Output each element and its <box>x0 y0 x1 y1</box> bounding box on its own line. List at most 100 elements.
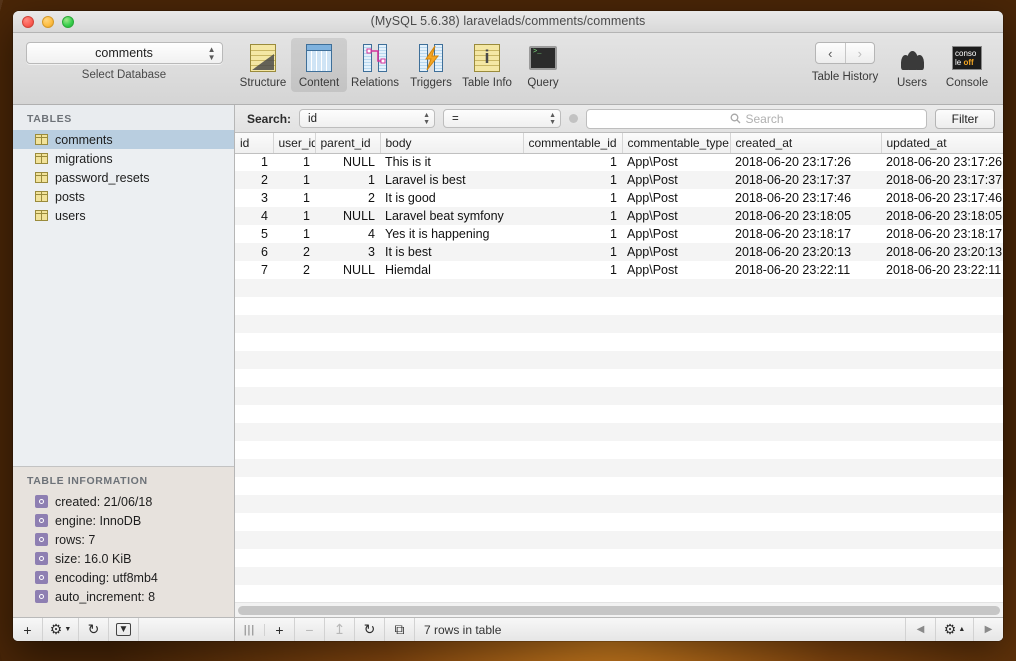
sidebar-item-password-resets[interactable]: password_resets <box>13 168 234 187</box>
cell-created-at[interactable]: 2018-06-20 23:18:17 <box>730 225 881 243</box>
cell-created-at[interactable]: 2018-06-20 23:17:37 <box>730 171 881 189</box>
toolbar-item-console[interactable]: conso le off Console <box>939 38 995 92</box>
cell-user-id[interactable]: 1 <box>273 171 315 189</box>
cell-commentable-type[interactable]: App\Post <box>622 189 730 207</box>
cell-commentable-id[interactable]: 1 <box>523 171 622 189</box>
toolbar-item-users[interactable]: Users <box>885 38 939 92</box>
column-header-created-at[interactable]: created_at <box>730 133 881 153</box>
table-row[interactable]: 2 1 1 Laravel is best 1 App\Post 2018-06… <box>235 171 1003 189</box>
column-header-commentable-type[interactable]: commentable_type <box>622 133 730 153</box>
cell-commentable-type[interactable]: App\Post <box>622 225 730 243</box>
cell-commentable-id[interactable]: 1 <box>523 225 622 243</box>
previous-page-button[interactable]: ◀ <box>905 618 935 641</box>
cell-user-id[interactable]: 1 <box>273 189 315 207</box>
resize-grip-icon[interactable]: ||| <box>235 624 265 636</box>
refresh-rows-button[interactable]: ↻ <box>355 618 385 641</box>
history-forward-button[interactable]: › <box>846 43 875 63</box>
add-row-button[interactable]: + <box>265 618 295 641</box>
cell-created-at[interactable]: 2018-06-20 23:17:26 <box>730 153 881 171</box>
column-header-parent-id[interactable]: parent_id <box>315 133 380 153</box>
cell-parent-id[interactable]: 2 <box>315 189 380 207</box>
cell-parent-id[interactable]: NULL <box>315 153 380 171</box>
toolbar-item-triggers[interactable]: Triggers <box>403 38 459 92</box>
cell-body[interactable]: This is it <box>380 153 523 171</box>
column-header-user-id[interactable]: user_id <box>273 133 315 153</box>
cell-commentable-type[interactable]: App\Post <box>622 171 730 189</box>
search-operator-popup[interactable]: = ▲▼ <box>443 109 561 128</box>
search-field-popup[interactable]: id ▲▼ <box>299 109 435 128</box>
table-row[interactable]: 4 1 NULL Laravel beat symfony 1 App\Post… <box>235 207 1003 225</box>
cell-user-id[interactable]: 1 <box>273 153 315 171</box>
cell-updated-at[interactable]: 2018-06-20 23:17:46 <box>881 189 1003 207</box>
cell-id[interactable]: 1 <box>235 153 273 171</box>
table-row[interactable]: 1 1 NULL This is it 1 App\Post 2018-06-2… <box>235 153 1003 171</box>
cell-updated-at[interactable]: 2018-06-20 23:17:37 <box>881 171 1003 189</box>
cell-id[interactable]: 3 <box>235 189 273 207</box>
table-row[interactable]: 5 1 4 Yes it is happening 1 App\Post 201… <box>235 225 1003 243</box>
cell-commentable-type[interactable]: App\Post <box>622 261 730 279</box>
cell-parent-id[interactable]: 1 <box>315 171 380 189</box>
duplicate-row-button[interactable]: ⧉ <box>385 618 415 641</box>
sidebar-item-users[interactable]: users <box>13 206 234 225</box>
column-header-body[interactable]: body <box>380 133 523 153</box>
cell-updated-at[interactable]: 2018-06-20 23:18:05 <box>881 207 1003 225</box>
pagination-settings-button[interactable]: ⚙▲ <box>935 618 973 641</box>
database-popup-button[interactable]: comments ▲▼ <box>26 42 223 64</box>
sidebar-item-migrations[interactable]: migrations <box>13 149 234 168</box>
edit-row-button[interactable]: ↥ <box>325 618 355 641</box>
cell-parent-id[interactable]: NULL <box>315 261 380 279</box>
cell-user-id[interactable]: 1 <box>273 207 315 225</box>
cell-id[interactable]: 2 <box>235 171 273 189</box>
cell-user-id[interactable]: 2 <box>273 243 315 261</box>
column-header-commentable-id[interactable]: commentable_id <box>523 133 622 153</box>
toolbar-item-relations[interactable]: Relations <box>347 38 403 92</box>
cell-id[interactable]: 7 <box>235 261 273 279</box>
cell-commentable-id[interactable]: 1 <box>523 243 622 261</box>
refresh-tables-button[interactable]: ↻ <box>79 618 109 641</box>
cell-body[interactable]: Laravel is best <box>380 171 523 189</box>
cell-commentable-type[interactable]: App\Post <box>622 153 730 171</box>
filter-button[interactable]: Filter <box>935 109 995 129</box>
toolbar-item-table-info[interactable]: i Table Info <box>459 38 515 92</box>
cell-commentable-id[interactable]: 1 <box>523 189 622 207</box>
cell-body[interactable]: Hiemdal <box>380 261 523 279</box>
table-row[interactable]: 7 2 NULL Hiemdal 1 App\Post 2018-06-20 2… <box>235 261 1003 279</box>
cell-updated-at[interactable]: 2018-06-20 23:20:13 <box>881 243 1003 261</box>
cell-updated-at[interactable]: 2018-06-20 23:17:26 <box>881 153 1003 171</box>
column-header-updated-at[interactable]: updated_at <box>881 133 1003 153</box>
toolbar-item-structure[interactable]: Structure <box>235 38 291 92</box>
cell-updated-at[interactable]: 2018-06-20 23:22:11 <box>881 261 1003 279</box>
cell-created-at[interactable]: 2018-06-20 23:18:05 <box>730 207 881 225</box>
cell-user-id[interactable]: 1 <box>273 225 315 243</box>
cell-id[interactable]: 4 <box>235 207 273 225</box>
column-header-id[interactable]: id <box>235 133 273 153</box>
remove-row-button[interactable]: − <box>295 618 325 641</box>
cell-commentable-id[interactable]: 1 <box>523 261 622 279</box>
cell-body[interactable]: It is best <box>380 243 523 261</box>
table-row[interactable]: 3 1 2 It is good 1 App\Post 2018-06-20 2… <box>235 189 1003 207</box>
filter-tables-button[interactable]: ▼ <box>109 618 139 641</box>
cell-created-at[interactable]: 2018-06-20 23:17:46 <box>730 189 881 207</box>
cell-parent-id[interactable]: 3 <box>315 243 380 261</box>
cell-commentable-id[interactable]: 1 <box>523 207 622 225</box>
cell-updated-at[interactable]: 2018-06-20 23:18:17 <box>881 225 1003 243</box>
table-actions-button[interactable]: ⚙▼ <box>43 618 79 641</box>
cell-parent-id[interactable]: 4 <box>315 225 380 243</box>
cell-commentable-id[interactable]: 1 <box>523 153 622 171</box>
cell-parent-id[interactable]: NULL <box>315 207 380 225</box>
cell-created-at[interactable]: 2018-06-20 23:20:13 <box>730 243 881 261</box>
history-back-button[interactable]: ‹ <box>816 43 846 63</box>
table-history-segmented[interactable]: ‹ › <box>815 42 875 64</box>
cell-commentable-type[interactable]: App\Post <box>622 207 730 225</box>
cell-commentable-type[interactable]: App\Post <box>622 243 730 261</box>
cell-created-at[interactable]: 2018-06-20 23:22:11 <box>730 261 881 279</box>
next-page-button[interactable]: ▶ <box>973 618 1003 641</box>
cell-user-id[interactable]: 2 <box>273 261 315 279</box>
add-table-button[interactable]: + <box>13 618 43 641</box>
cell-id[interactable]: 6 <box>235 243 273 261</box>
table-row[interactable]: 6 2 3 It is best 1 App\Post 2018-06-20 2… <box>235 243 1003 261</box>
cell-body[interactable]: Laravel beat symfony <box>380 207 523 225</box>
sidebar-item-comments[interactable]: comments <box>13 130 234 149</box>
sidebar-item-posts[interactable]: posts <box>13 187 234 206</box>
scrollbar-thumb[interactable] <box>238 606 1000 615</box>
